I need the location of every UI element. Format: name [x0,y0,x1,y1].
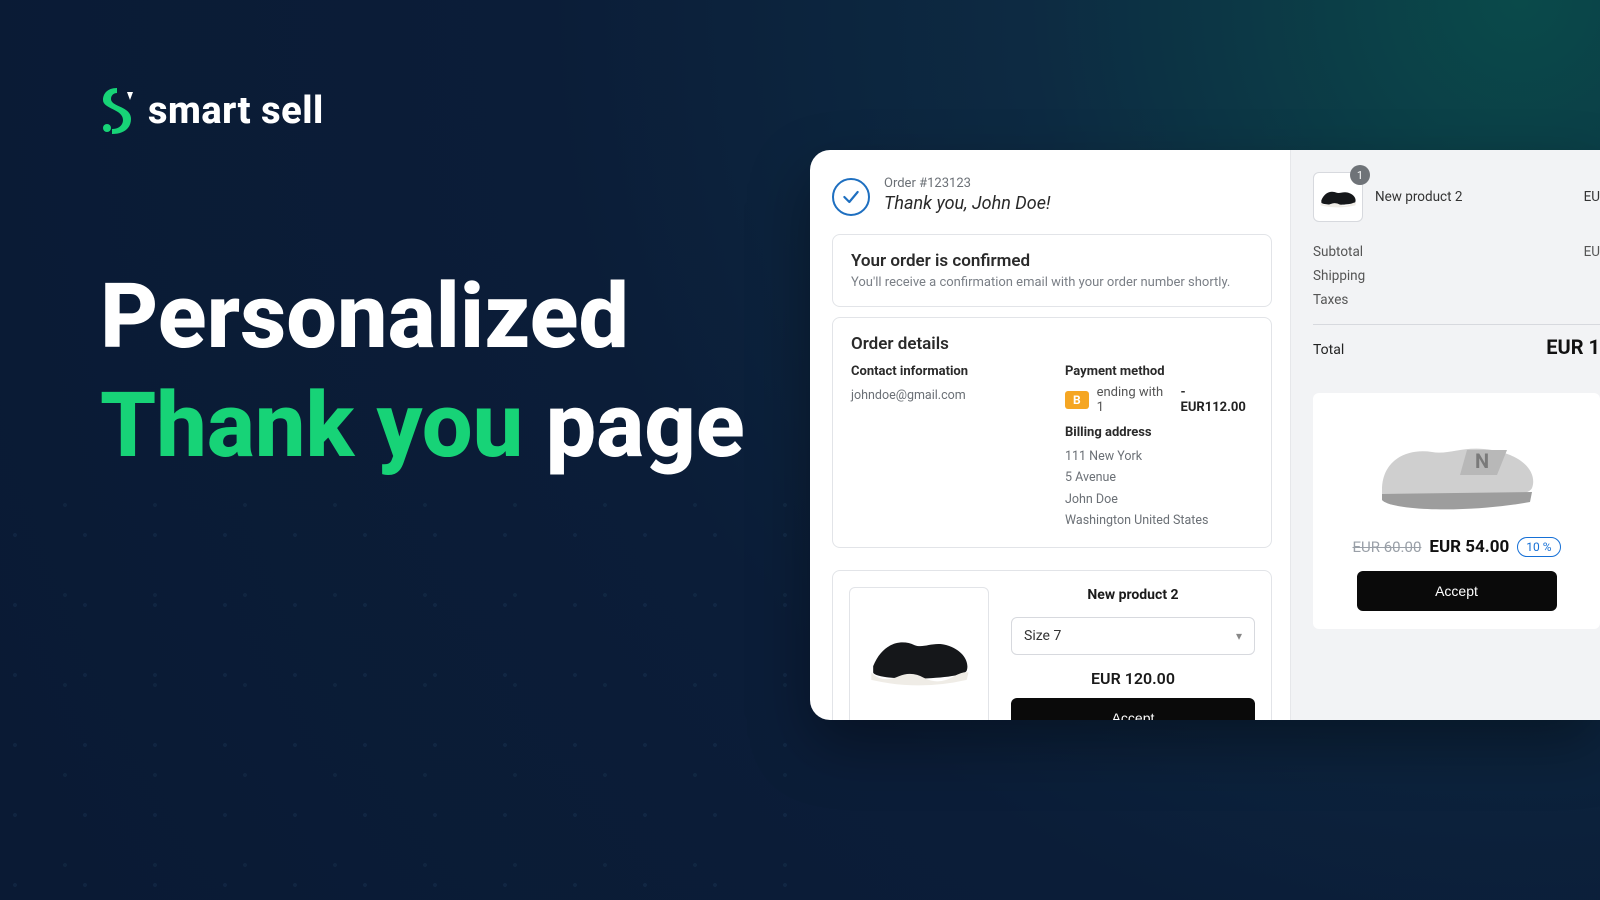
line-item-qty-badge: 1 [1350,165,1370,185]
order-details-title: Order details [851,334,1253,354]
line-item-name: New product 2 [1375,189,1572,205]
size-select-value: Size 7 [1024,628,1061,644]
order-details-card: Order details Contact information johndo… [832,317,1272,548]
shipping-label: Shipping [1313,268,1365,284]
promo-card: N EUR 60.00 EUR 54.00 10 % Accept [1313,393,1600,629]
billing-line-2: 5 Avenue [1065,467,1253,488]
payment-amount: - EUR112.00 [1181,385,1253,415]
billing-line-4: Washington United States [1065,510,1253,531]
line-item-price: EU [1584,189,1600,205]
headline-line-1: Personalized [100,270,745,365]
success-check-icon [832,178,870,216]
svg-text:N: N [1474,449,1488,473]
chevron-down-icon: ▾ [1236,629,1242,643]
contact-info-label: Contact information [851,364,1039,379]
headline-accent: Thank you [100,373,523,478]
billing-line-3: John Doe [1065,489,1253,510]
taxes-label: Taxes [1313,292,1348,308]
promo-product-image: N [1367,407,1547,527]
subtotal-label: Subtotal [1313,244,1363,260]
upsell-product-image [849,587,989,720]
promo-new-price: EUR 54.00 [1429,537,1509,557]
promo-discount-badge: 10 % [1517,537,1560,557]
thank-you-mock: Order #123123 Thank you, John Doe! Your … [810,150,1600,720]
order-confirmed-subtitle: You'll receive a confirmation email with… [851,275,1253,290]
summary-line-item: 1 New product 2 EU [1313,172,1600,222]
payment-card-icon: B [1065,391,1089,409]
billing-line-1: 111 New York [1065,446,1253,467]
size-select[interactable]: Size 7 ▾ [1011,617,1255,655]
subtotal-value: EU [1584,244,1600,260]
order-number: Order #123123 [884,176,1050,191]
total-value: EUR 1 [1546,335,1600,359]
promo-old-price: EUR 60.00 [1352,538,1421,556]
brand-logo: smart sell [100,88,324,134]
payment-method-label: Payment method [1065,364,1253,379]
thank-you-text: Thank you, John Doe! [884,193,1050,214]
contact-email: johndoe@gmail.com [851,385,1039,406]
total-label: Total [1313,342,1344,358]
billing-address-label: Billing address [1065,425,1253,440]
payment-ending: ending with 1 [1097,385,1173,415]
upsell-product-name: New product 2 [1011,587,1255,603]
upsell-card: New product 2 Size 7 ▾ EUR 120.00 Accept [832,570,1272,720]
promo-accept-button[interactable]: Accept [1357,571,1557,611]
order-confirmed-title: Your order is confirmed [851,251,1253,271]
headline-rest: page [523,373,744,478]
brand-name: smart sell [148,89,324,133]
upsell-price: EUR 120.00 [1011,669,1255,688]
brand-mark-icon [100,88,134,134]
order-confirmed-card: Your order is confirmed You'll receive a… [832,234,1272,307]
hero-headline: Personalized Thank you page [100,270,745,473]
upsell-accept-button[interactable]: Accept [1011,698,1255,720]
line-item-thumb: 1 [1313,172,1363,222]
